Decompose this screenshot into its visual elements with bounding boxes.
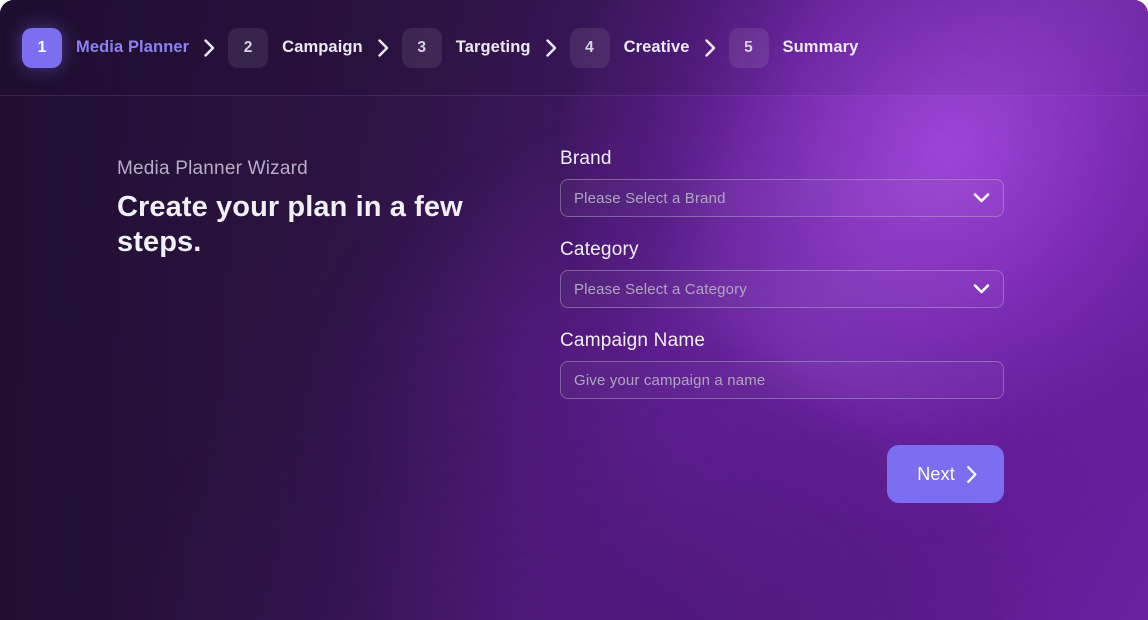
step-label: Creative	[623, 38, 690, 56]
chevron-right-icon	[377, 38, 390, 58]
step-number-badge: 3	[401, 27, 442, 68]
next-button-label: Next	[917, 463, 955, 484]
step-summary[interactable]: 5 Summary	[728, 27, 859, 68]
category-select-value: Please Select a Category	[574, 280, 747, 298]
step-number-badge: 4	[569, 27, 610, 68]
brand-label: Brand	[560, 148, 612, 169]
field-brand: Brand Please Select a Brand	[560, 148, 1004, 217]
step-number-badge: 1	[22, 27, 62, 68]
page-title: Create your plan in a few steps.	[117, 191, 463, 258]
step-label: Media Planner	[76, 38, 190, 56]
step-targeting[interactable]: 3 Targeting	[401, 27, 570, 68]
wizard-header: 1 Media Planner 2 Campaign 3 Targeting 4…	[0, 0, 1148, 96]
brand-select[interactable]: Please Select a Brand	[560, 179, 1004, 217]
next-button[interactable]: Next	[887, 445, 1004, 503]
step-creative[interactable]: 4 Creative	[569, 27, 729, 68]
field-campaign-name: Campaign Name	[560, 330, 1004, 399]
wizard-form: Brand Please Select a Brand Category Ple…	[560, 96, 1148, 620]
chevron-right-icon	[203, 38, 216, 58]
media-planner-wizard-app: 1 Media Planner 2 Campaign 3 Targeting 4…	[0, 0, 1148, 620]
field-category: Category Please Select a Category	[560, 239, 1004, 308]
chevron-right-icon	[545, 38, 558, 58]
chevron-right-icon	[704, 38, 717, 58]
form-actions: Next	[560, 445, 1004, 503]
step-number-badge: 2	[228, 27, 269, 68]
wizard-stepper: 1 Media Planner 2 Campaign 3 Targeting 4…	[22, 27, 859, 68]
wizard-body: Media Planner Wizard Create your plan in…	[0, 96, 1148, 620]
category-label: Category	[560, 239, 639, 260]
step-media-planner[interactable]: 1 Media Planner	[22, 27, 228, 68]
step-label: Summary	[782, 38, 859, 56]
campaign-name-input[interactable]	[561, 362, 1003, 398]
step-label: Campaign	[282, 38, 363, 56]
page-eyebrow: Media Planner Wizard	[117, 158, 308, 179]
step-label: Targeting	[455, 38, 531, 56]
campaign-name-label: Campaign Name	[560, 330, 706, 351]
category-select[interactable]: Please Select a Category	[560, 270, 1004, 308]
campaign-name-control[interactable]	[560, 361, 1004, 399]
step-number-badge: 5	[728, 27, 769, 68]
chevron-right-icon	[966, 465, 978, 484]
step-campaign[interactable]: 2 Campaign	[228, 27, 402, 68]
brand-select-value: Please Select a Brand	[574, 189, 726, 207]
intro-pane: Media Planner Wizard Create your plan in…	[0, 96, 560, 620]
